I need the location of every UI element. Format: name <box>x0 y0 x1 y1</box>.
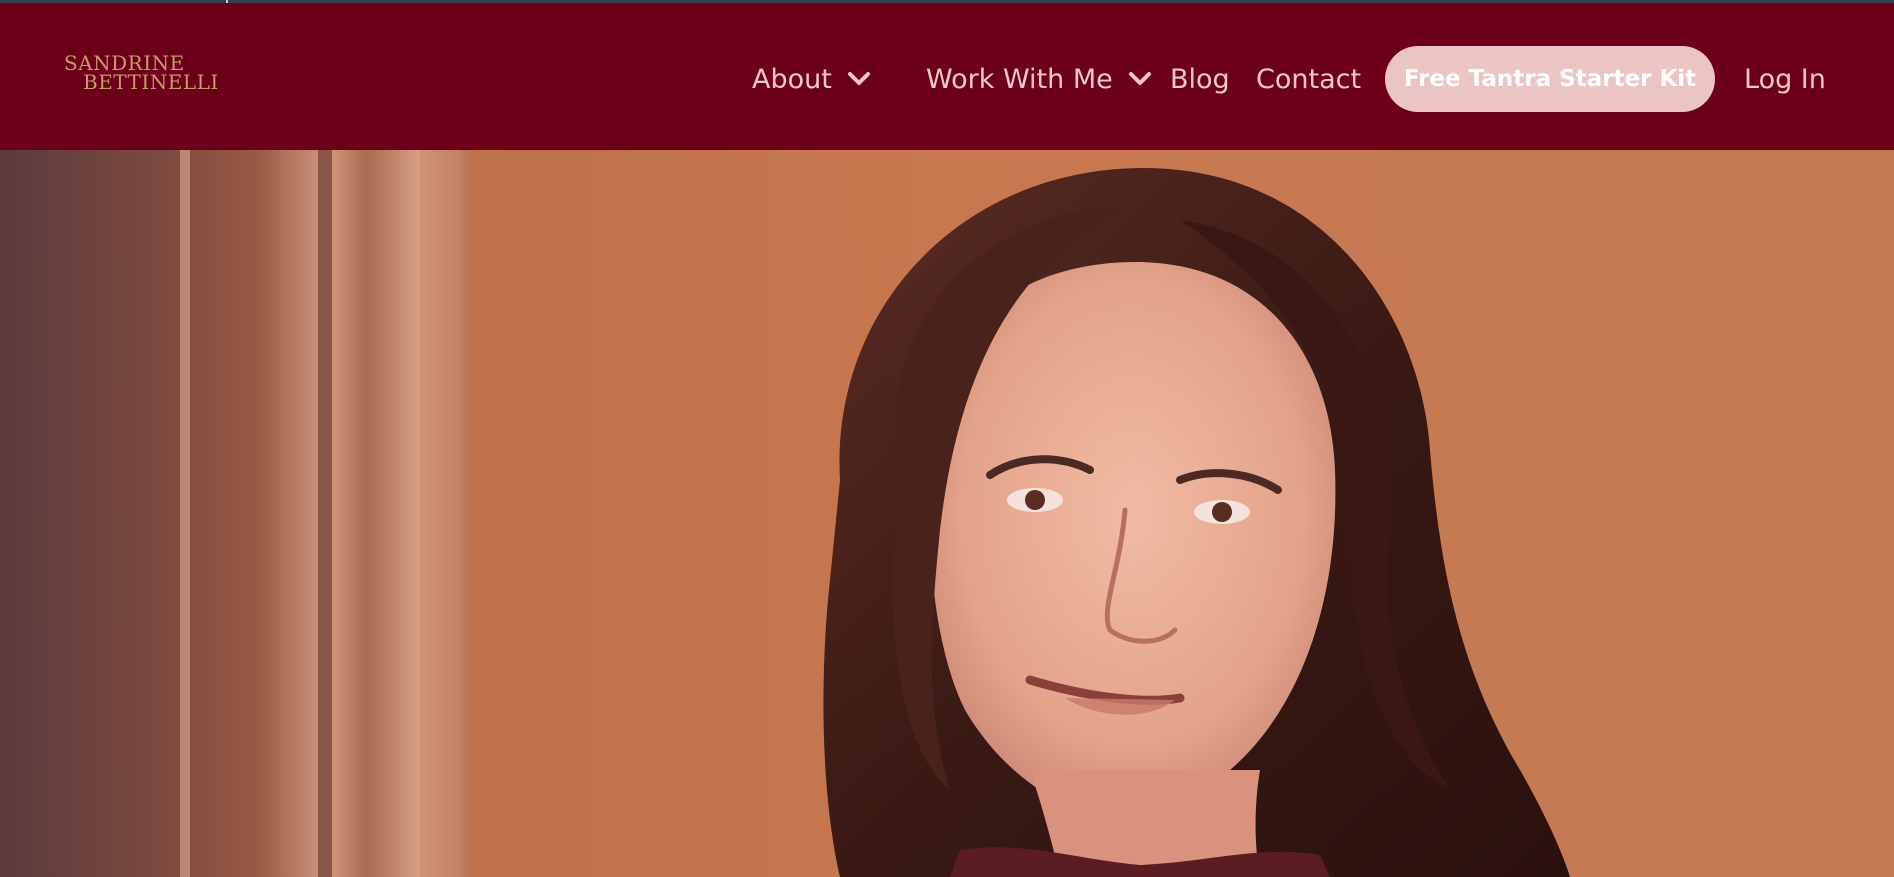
nav-contact-link[interactable]: Contact <box>1256 60 1361 98</box>
nav-about-menu[interactable]: About <box>752 60 872 98</box>
site-logo[interactable]: SANDRINE BETTINELLI <box>64 53 218 98</box>
nav-about-label: About <box>752 63 832 95</box>
hero-portrait-image <box>0 150 1894 877</box>
site-header: SANDRINE BETTINELLI About Work With Me B… <box>0 3 1894 150</box>
nav-blog-link[interactable]: Blog <box>1170 60 1230 98</box>
log-in-link[interactable]: Log In <box>1744 60 1826 98</box>
nav-work-with-me-menu[interactable]: Work With Me <box>926 60 1153 98</box>
portrait-photo <box>0 150 1894 877</box>
free-tantra-starter-kit-button[interactable]: Free Tantra Starter Kit <box>1385 46 1715 112</box>
chevron-down-icon <box>1128 72 1151 85</box>
chevron-down-icon <box>847 72 870 85</box>
nav-work-with-me-label: Work With Me <box>926 63 1113 95</box>
logo-line-last-name: BETTINELLI <box>83 70 219 94</box>
